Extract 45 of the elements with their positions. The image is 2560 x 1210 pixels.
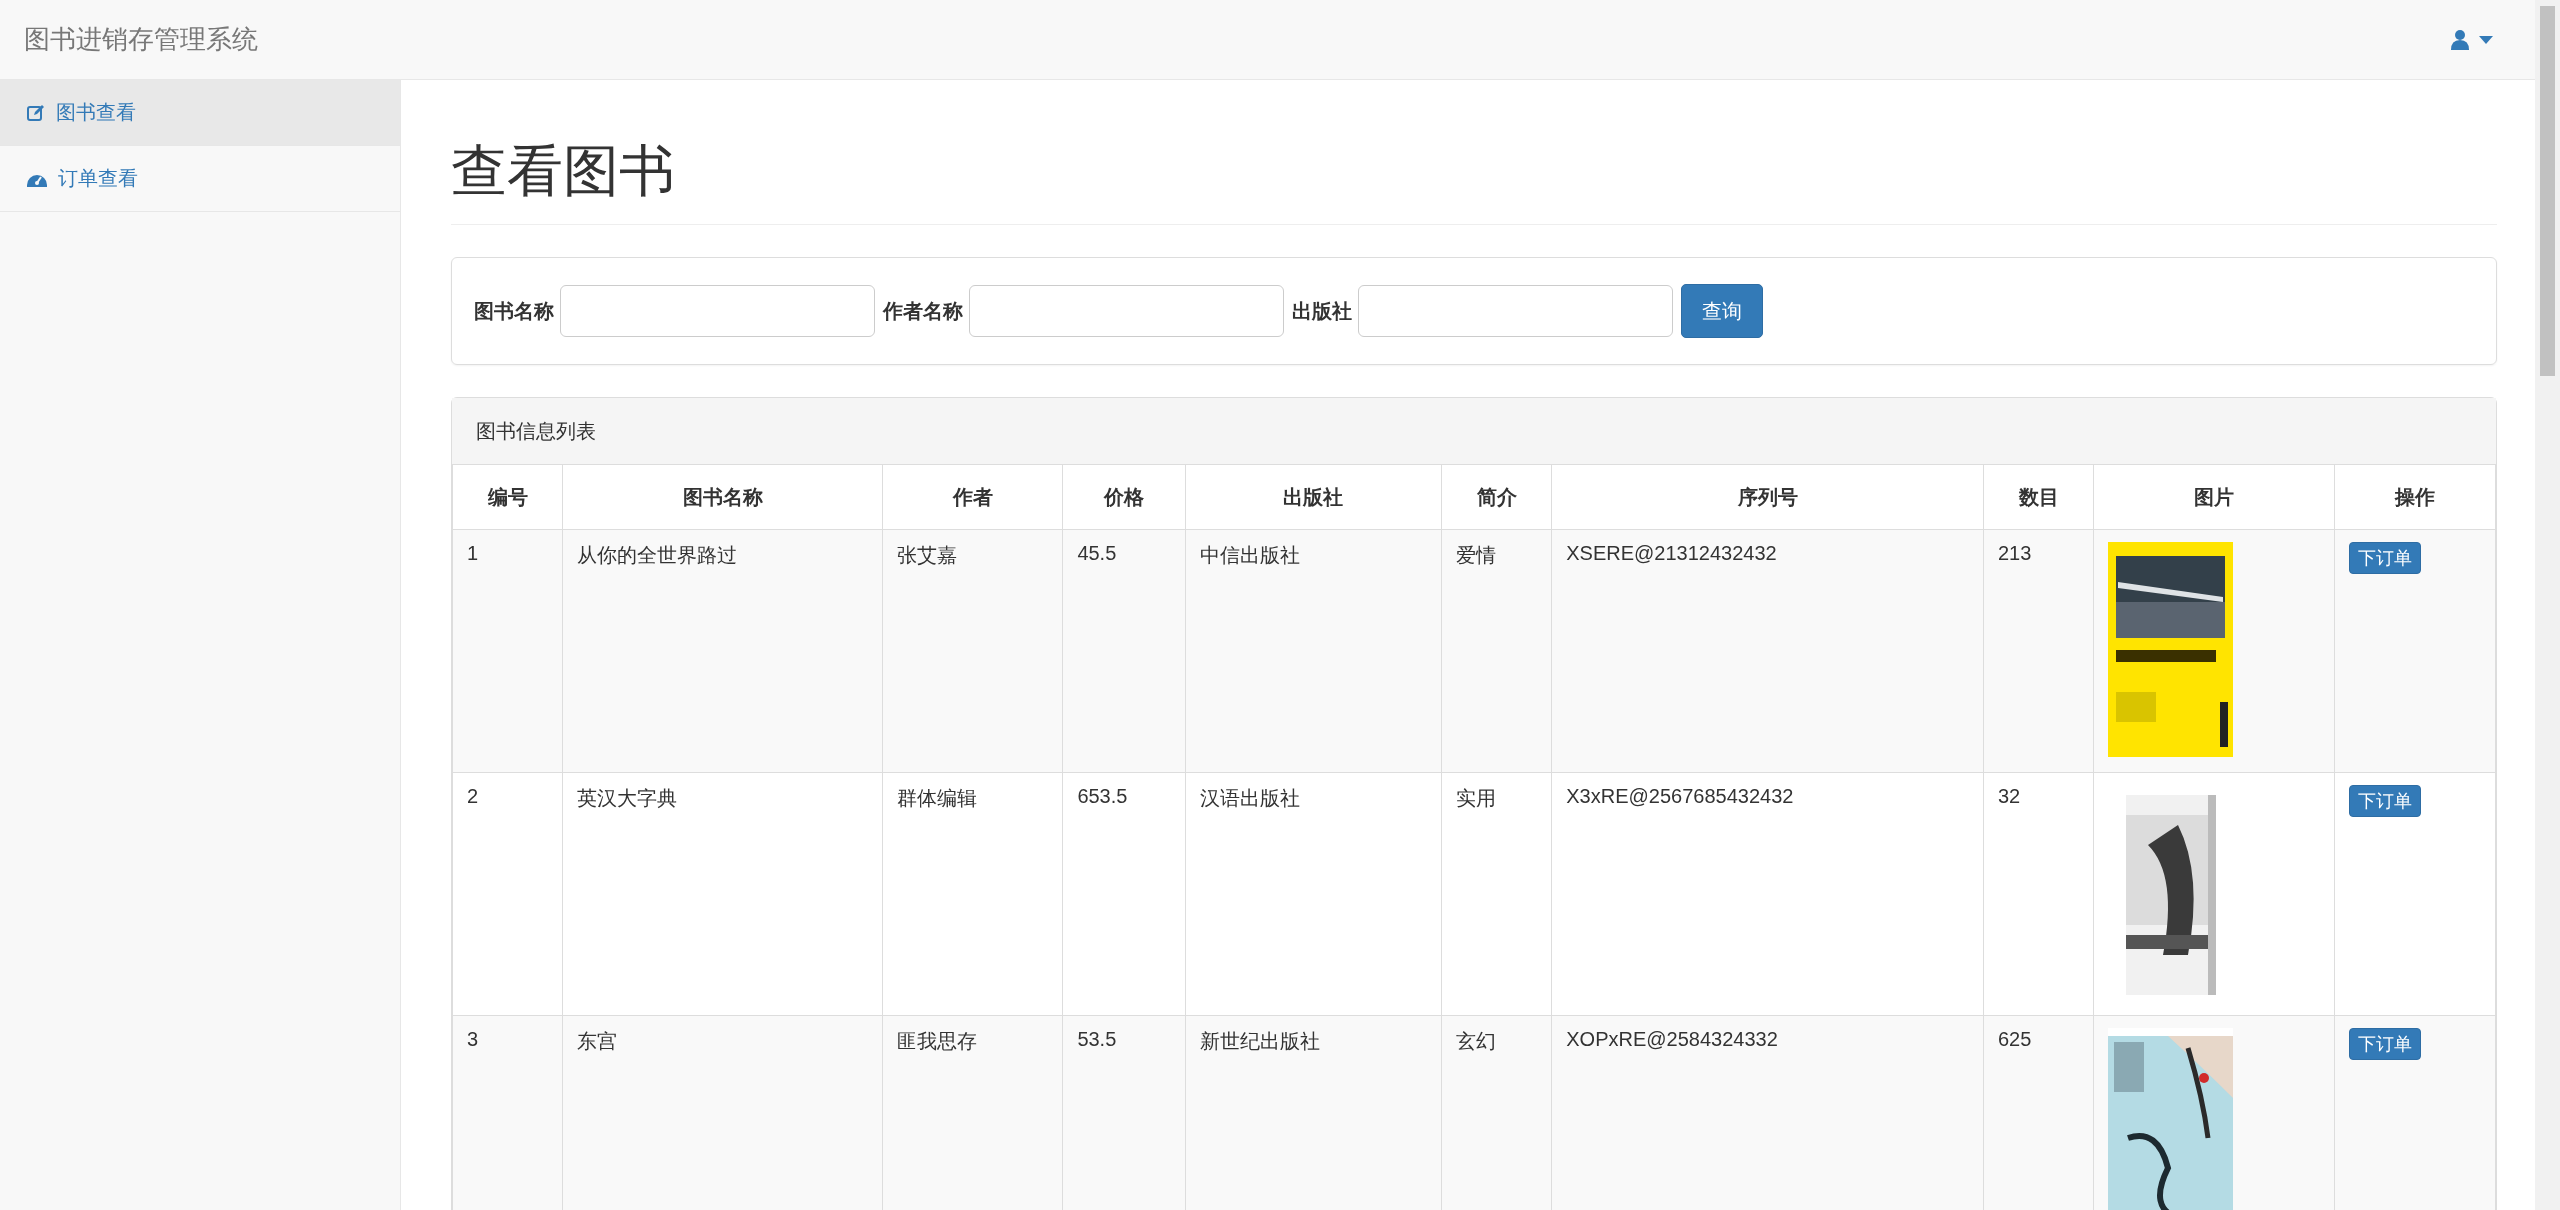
user-icon (2451, 29, 2469, 50)
table-cell: 213 (1983, 529, 2094, 773)
column-header: 图书名称 (562, 465, 883, 530)
table-cell: 中信出版社 (1185, 529, 1442, 773)
table-cell: 汉语出版社 (1185, 772, 1442, 1016)
column-header: 编号 (452, 465, 563, 530)
table-cell: 爱情 (1441, 529, 1552, 773)
sidebar-item[interactable]: 图书查看 (0, 80, 400, 146)
order-button[interactable]: 下订单 (2349, 542, 2422, 574)
table-cell: X3xRE@2567685432432 (1551, 772, 1984, 1016)
column-header: 出版社 (1185, 465, 1442, 530)
caret-icon (2479, 35, 2493, 44)
column-header: 简介 (1441, 465, 1552, 530)
table-cell: 张艾嘉 (882, 529, 1063, 773)
table-cell: 英汉大字典 (562, 772, 883, 1016)
table-cell: 群体编辑 (882, 772, 1063, 1016)
field-label: 作者名称 (883, 298, 963, 324)
table-cell: 32 (1983, 772, 2094, 1016)
table-cell: XSERE@21312432432 (1551, 529, 1984, 773)
panel-title: 图书信息列表 (476, 418, 596, 444)
table-cell: 2 (452, 772, 563, 1016)
input-field[interactable] (1358, 285, 1673, 337)
field-label: 出版社 (1292, 298, 1352, 324)
field-label: 图书名称 (474, 298, 554, 324)
table-cell: 从你的全世界路过 (562, 529, 883, 773)
table-cell: 实用 (1441, 772, 1552, 1016)
column-header: 数目 (1983, 465, 2094, 530)
input-field[interactable] (560, 285, 875, 337)
table-cell: 3 (452, 1015, 563, 1210)
table-cell: 1 (452, 529, 563, 773)
column-header: 作者 (882, 465, 1063, 530)
query-button[interactable]: 查询 (1681, 284, 1763, 338)
order-button[interactable]: 下订单 (2349, 1028, 2422, 1060)
column-header: 图片 (2093, 465, 2335, 530)
page-title: 查看图书 (451, 134, 2497, 225)
column-header: 序列号 (1551, 465, 1984, 530)
column-header: 操作 (2334, 465, 2496, 530)
order-button[interactable]: 下订单 (2349, 785, 2422, 817)
edit-icon (26, 102, 46, 123)
input-field[interactable] (969, 285, 1284, 337)
table-cell: 653.5 (1062, 772, 1186, 1016)
brand-title[interactable]: 图书进销存管理系统 (24, 22, 258, 57)
table-cell: 45.5 (1062, 529, 1186, 773)
scrollbar[interactable] (2535, 0, 2560, 1210)
column-header: 价格 (1062, 465, 1186, 530)
